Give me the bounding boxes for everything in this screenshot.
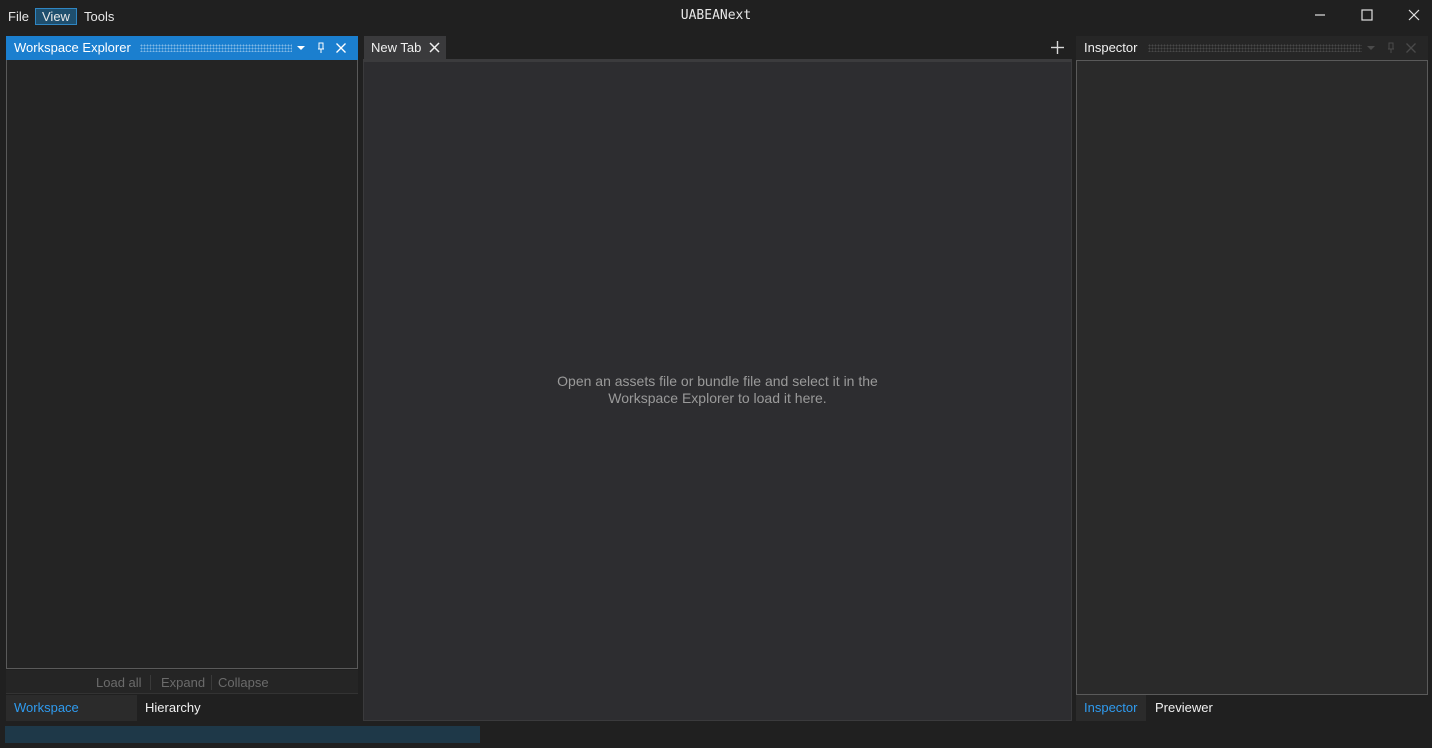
panel-title: Workspace Explorer (14, 40, 131, 55)
toolbar-divider (150, 675, 151, 690)
pin-icon[interactable] (316, 42, 326, 54)
tab-label: New Tab (371, 40, 422, 55)
workspace-explorer-tree[interactable] (6, 60, 358, 669)
menu-view[interactable]: View (35, 8, 77, 25)
tab-inspector[interactable]: Inspector (1076, 695, 1146, 721)
workspace-explorer-header[interactable]: Workspace Explorer (6, 36, 358, 60)
progress-bar (5, 726, 480, 743)
tab-previewer[interactable]: Previewer (1147, 695, 1221, 721)
empty-state-line: Open an assets file or bundle file and s… (557, 373, 878, 389)
drag-grip[interactable] (140, 44, 292, 52)
dropdown-icon[interactable] (296, 44, 306, 52)
empty-state-line: Workspace Explorer to load it here. (608, 390, 827, 406)
window-title: UABEANext (680, 8, 752, 23)
close-window-button[interactable] (1391, 0, 1432, 30)
tab-hierarchy[interactable]: Hierarchy (137, 695, 209, 721)
minimize-button[interactable] (1297, 0, 1343, 30)
close-icon[interactable] (335, 42, 347, 54)
panel-title: Inspector (1084, 40, 1138, 55)
left-panel-tabs: Workspace Explorer Hierarchy (6, 695, 358, 741)
toolbar-divider (211, 675, 212, 690)
empty-state-message: Open an assets file or bundle file and s… (364, 373, 1071, 407)
close-icon[interactable] (1405, 42, 1417, 54)
plus-icon[interactable] (1050, 40, 1065, 55)
document-tab-strip (363, 36, 1072, 60)
inspector-panel[interactable] (1076, 60, 1428, 695)
collapse-button[interactable]: Collapse (218, 675, 269, 690)
tab-workspace-explorer[interactable]: Workspace Explorer (6, 695, 137, 741)
document-area: Open an assets file or bundle file and s… (363, 62, 1072, 721)
menu-file[interactable]: File (2, 8, 35, 25)
pin-icon[interactable] (1386, 42, 1396, 54)
menu-tools[interactable]: Tools (78, 8, 120, 25)
status-bar (0, 722, 1432, 748)
inspector-header[interactable]: Inspector (1076, 36, 1428, 60)
close-icon (1408, 9, 1420, 21)
maximize-icon (1361, 9, 1373, 21)
minimize-icon (1315, 14, 1325, 16)
document-tab[interactable]: New Tab (364, 36, 446, 59)
dropdown-icon[interactable] (1366, 44, 1376, 52)
load-all-button[interactable]: Load all (96, 675, 142, 690)
expand-button[interactable]: Expand (161, 675, 205, 690)
maximize-button[interactable] (1344, 0, 1390, 30)
right-panel-tabs: Inspector Previewer (1076, 695, 1428, 721)
workspace-explorer-toolbar: Load all Expand Collapse (6, 670, 358, 694)
title-bar: File View Tools UABEANext (0, 0, 1432, 34)
drag-grip[interactable] (1148, 44, 1362, 52)
close-icon[interactable] (429, 42, 440, 53)
